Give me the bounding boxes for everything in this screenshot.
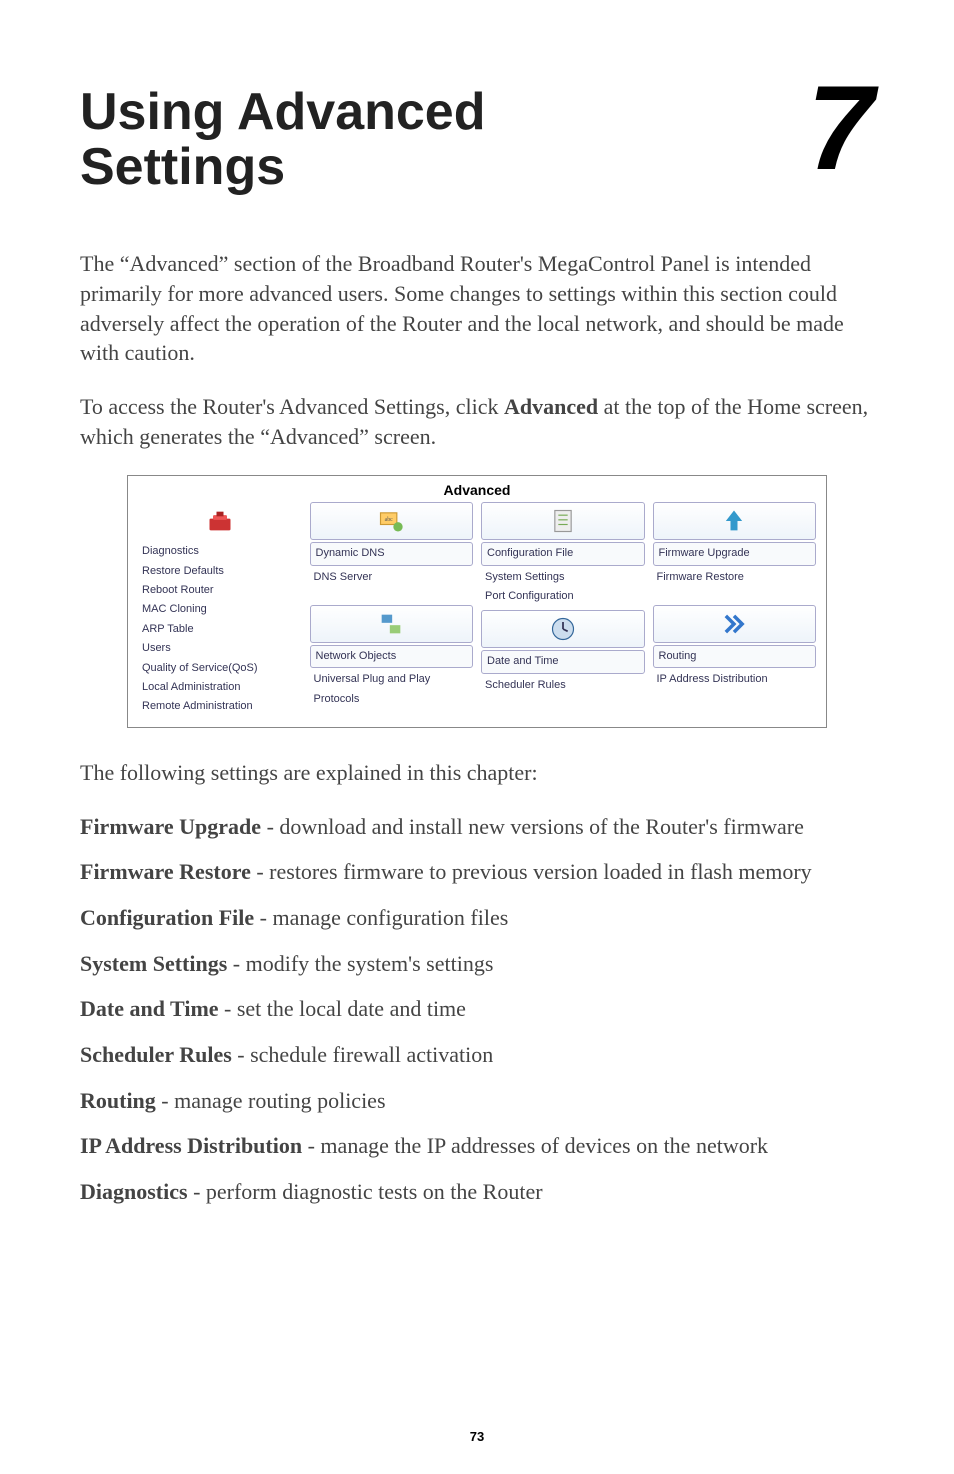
settings-list: Firmware Upgrade - download and install …: [80, 812, 874, 1207]
setting-firmware-upgrade: Firmware Upgrade - download and install …: [80, 812, 874, 842]
link-ip-distribution[interactable]: IP Address Distribution: [653, 670, 817, 689]
access-prefix: To access the Router's Advanced Settings…: [80, 394, 504, 419]
panel-col-3: Configuration File System Settings Port …: [481, 502, 645, 717]
settings-icon[interactable]: [481, 502, 645, 540]
link-port-config[interactable]: Port Configuration: [481, 587, 645, 606]
link-remote-admin[interactable]: Remote Administration: [138, 697, 302, 716]
setting-config-file: Configuration File - manage configuratio…: [80, 903, 874, 933]
link-mac-cloning[interactable]: MAC Cloning: [138, 600, 302, 619]
link-arp-table[interactable]: ARP Table: [138, 620, 302, 639]
link-local-admin[interactable]: Local Administration: [138, 678, 302, 697]
access-paragraph: To access the Router's Advanced Settings…: [80, 392, 874, 451]
link-date-time[interactable]: Date and Time: [481, 650, 645, 673]
link-dns-server[interactable]: DNS Server: [310, 568, 474, 587]
panel-body: Diagnostics Restore Defaults Reboot Rout…: [128, 502, 826, 727]
setting-routing: Routing - manage routing policies: [80, 1086, 874, 1116]
link-config-file[interactable]: Configuration File: [481, 542, 645, 565]
network-objects-icon[interactable]: [310, 605, 474, 643]
routing-icon[interactable]: [653, 605, 817, 643]
toolbox-icon: [138, 502, 302, 540]
svg-text:abc: abc: [385, 517, 394, 523]
access-bold: Advanced: [504, 394, 598, 419]
link-firmware-restore[interactable]: Firmware Restore: [653, 568, 817, 587]
explained-intro: The following settings are explained in …: [80, 758, 874, 788]
chapter-title: Using Advanced Settings: [80, 85, 486, 194]
link-qos[interactable]: Quality of Service(QoS): [138, 659, 302, 678]
chapter-title-line1: Using Advanced: [80, 83, 486, 141]
clock-icon[interactable]: [481, 610, 645, 648]
link-users[interactable]: Users: [138, 639, 302, 658]
setting-system-settings: System Settings - modify the system's se…: [80, 949, 874, 979]
setting-diagnostics: Diagnostics - perform diagnostic tests o…: [80, 1177, 874, 1207]
link-diagnostics[interactable]: Diagnostics: [138, 542, 302, 561]
chapter-title-line2: Settings: [80, 138, 285, 196]
page-number: 73: [0, 1429, 954, 1444]
setting-date-time: Date and Time - set the local date and t…: [80, 994, 874, 1024]
link-dynamic-dns[interactable]: Dynamic DNS: [310, 542, 474, 565]
link-network-objects[interactable]: Network Objects: [310, 645, 474, 668]
advanced-panel-screenshot: Advanced Diagnostics Restore Defaults Re…: [127, 475, 827, 728]
setting-firmware-restore: Firmware Restore - restores firmware to …: [80, 857, 874, 887]
link-system-settings[interactable]: System Settings: [481, 568, 645, 587]
chapter-number: 7: [807, 80, 874, 176]
link-routing[interactable]: Routing: [653, 645, 817, 668]
link-scheduler-rules[interactable]: Scheduler Rules: [481, 676, 645, 695]
intro-paragraph: The “Advanced” section of the Broadband …: [80, 249, 874, 368]
chapter-header: Using Advanced Settings 7: [80, 85, 874, 194]
link-reboot-router[interactable]: Reboot Router: [138, 581, 302, 600]
panel-col-2: abc Dynamic DNS DNS Server Network Objec…: [310, 502, 474, 717]
panel-title: Advanced: [128, 476, 826, 502]
setting-scheduler-rules: Scheduler Rules - schedule firewall acti…: [80, 1040, 874, 1070]
link-protocols[interactable]: Protocols: [310, 690, 474, 709]
dns-icon[interactable]: abc: [310, 502, 474, 540]
panel-col-1: Diagnostics Restore Defaults Reboot Rout…: [138, 502, 302, 717]
firmware-icon[interactable]: [653, 502, 817, 540]
link-restore-defaults[interactable]: Restore Defaults: [138, 562, 302, 581]
setting-ip-distribution: IP Address Distribution - manage the IP …: [80, 1131, 874, 1161]
link-firmware-upgrade[interactable]: Firmware Upgrade: [653, 542, 817, 565]
link-upnp[interactable]: Universal Plug and Play: [310, 670, 474, 689]
panel-col-4: Firmware Upgrade Firmware Restore Routin…: [653, 502, 817, 717]
